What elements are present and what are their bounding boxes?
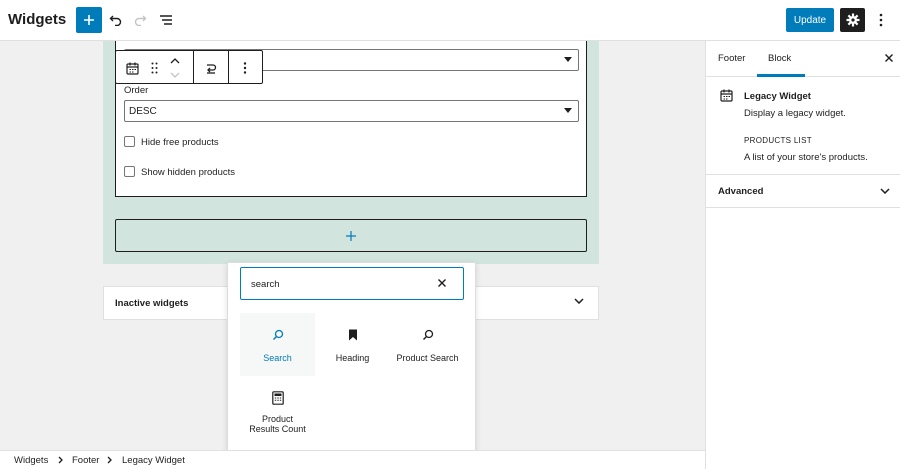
sidebar-tabs: Footer Block [706, 41, 900, 77]
inactive-widgets-title: Inactive widgets [115, 298, 189, 309]
chevron-down-icon [170, 72, 180, 78]
order-select-value: DESC [129, 105, 157, 117]
move-down-button[interactable] [168, 69, 182, 81]
calendar-icon [720, 89, 733, 102]
transform-button[interactable] [202, 60, 220, 76]
inserter-item-label: Product Search [396, 353, 459, 363]
add-block-button[interactable] [76, 7, 102, 33]
options-button[interactable] [872, 10, 890, 30]
close-icon[interactable] [437, 278, 447, 288]
block-appender-button[interactable] [115, 219, 587, 252]
breadcrumb-widgets[interactable]: Widgets [14, 455, 48, 466]
widget-type-name: PRODUCTS LIST [744, 136, 812, 145]
inserter-item-search[interactable]: Search [240, 313, 315, 376]
chevron-right-icon [107, 456, 112, 464]
active-tab-indicator [757, 74, 805, 77]
breadcrumb-legacy-widget[interactable]: Legacy Widget [122, 455, 185, 466]
widget-type-description: A list of your store's products. [744, 152, 868, 163]
block-card-title: Legacy Widget [744, 91, 811, 102]
update-button[interactable]: Update [786, 8, 834, 32]
close-icon[interactable] [884, 53, 894, 63]
divider [706, 174, 900, 175]
chevron-down-icon[interactable] [880, 188, 890, 194]
tab-footer[interactable]: Footer [718, 53, 745, 64]
block-card-description: Display a legacy widget. [744, 108, 846, 119]
more-vertical-icon [879, 13, 883, 27]
show-hidden-label: Show hidden products [141, 167, 236, 178]
drag-handle[interactable] [148, 60, 160, 76]
gear-icon [846, 13, 859, 27]
settings-sidebar: Footer Block Legacy Widget Display a leg… [705, 41, 900, 469]
block-options-button[interactable] [238, 60, 252, 76]
order-select[interactable]: DESC [124, 100, 579, 122]
search-icon [272, 329, 283, 340]
chevron-right-icon [58, 456, 63, 464]
redo-button[interactable] [130, 10, 150, 30]
block-search-input[interactable]: search [240, 267, 464, 300]
bookmark-icon [348, 329, 357, 341]
more-vertical-icon [243, 62, 247, 74]
inserter-item-product-search[interactable]: Product Search [390, 313, 465, 376]
inserter-item-label: Product Results Count [249, 414, 306, 434]
chevron-down-icon [564, 108, 572, 113]
tab-block[interactable]: Block [768, 53, 791, 64]
transform-icon [207, 63, 217, 74]
breadcrumb: Widgets Footer Legacy Widget [0, 450, 705, 469]
block-toolbar [115, 50, 263, 84]
list-view-icon [160, 15, 172, 25]
settings-button[interactable] [840, 8, 865, 32]
hide-free-checkbox[interactable] [124, 136, 135, 147]
block-type-button[interactable] [124, 61, 140, 75]
hide-free-label: Hide free products [141, 137, 219, 148]
block-inserter-popover: search Search Heading Product Search Pro… [227, 262, 476, 469]
calendar-icon [125, 62, 139, 75]
chevron-down-icon [574, 298, 584, 304]
chevron-up-icon [170, 58, 180, 64]
search-icon [422, 329, 433, 340]
undo-button[interactable] [106, 10, 126, 30]
order-label: Order [124, 85, 149, 96]
inserter-item-product-results-count[interactable]: Product Results Count [240, 376, 315, 446]
top-toolbar: Widgets Update [0, 0, 900, 41]
search-input-value: search [251, 279, 280, 290]
drag-handle-icon [151, 62, 157, 74]
show-hidden-checkbox[interactable] [124, 166, 135, 177]
breadcrumb-footer[interactable]: Footer [72, 455, 99, 466]
redo-icon [134, 15, 147, 26]
plus-icon [346, 230, 356, 241]
inserter-item-label: Heading [335, 353, 370, 363]
undo-icon [109, 15, 122, 26]
page-title: Widgets [8, 11, 67, 28]
inserter-item-heading[interactable]: Heading [315, 313, 390, 376]
advanced-panel-toggle[interactable]: Advanced [718, 186, 763, 197]
list-view-button[interactable] [156, 10, 176, 30]
chevron-down-icon [564, 57, 572, 62]
move-up-button[interactable] [168, 55, 182, 67]
calculator-icon [271, 391, 284, 405]
divider [706, 207, 900, 208]
inserter-item-label: Search [263, 353, 292, 363]
plus-icon [84, 15, 94, 25]
